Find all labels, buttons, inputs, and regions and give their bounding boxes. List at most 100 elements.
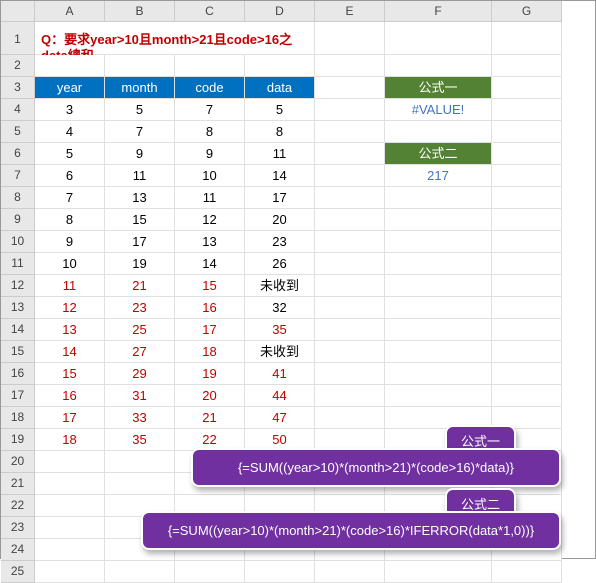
cell-year[interactable]: 13 [35, 319, 105, 341]
cell[interactable] [492, 121, 562, 143]
cell[interactable] [385, 231, 492, 253]
cell-year[interactable]: 12 [35, 297, 105, 319]
cell[interactable] [315, 55, 385, 77]
cell-data[interactable]: 32 [245, 297, 315, 319]
cell[interactable] [315, 275, 385, 297]
cell-month[interactable]: 21 [105, 275, 175, 297]
cell-month[interactable]: 27 [105, 341, 175, 363]
cell[interactable] [385, 187, 492, 209]
cell[interactable] [492, 22, 562, 55]
cell-data[interactable]: 14 [245, 165, 315, 187]
cell-data[interactable]: 41 [245, 363, 315, 385]
cell[interactable] [315, 319, 385, 341]
cell[interactable] [315, 143, 385, 165]
row-header-1[interactable]: 1 [1, 22, 35, 55]
cell[interactable] [385, 22, 492, 55]
cell[interactable] [315, 297, 385, 319]
cell-year[interactable]: 7 [35, 187, 105, 209]
row-header[interactable]: 23 [1, 517, 35, 539]
cell-data[interactable]: 26 [245, 253, 315, 275]
cell-data[interactable]: 35 [245, 319, 315, 341]
cell[interactable] [385, 341, 492, 363]
cell-data[interactable]: 20 [245, 209, 315, 231]
cell-year[interactable]: 9 [35, 231, 105, 253]
cell[interactable] [492, 231, 562, 253]
col-header-E[interactable]: E [315, 1, 385, 22]
cell[interactable] [492, 77, 562, 99]
cell[interactable] [175, 55, 245, 77]
row-header[interactable]: 20 [1, 451, 35, 473]
cell-code[interactable]: 17 [175, 319, 245, 341]
cell[interactable] [492, 341, 562, 363]
cell[interactable] [492, 209, 562, 231]
cell[interactable] [315, 77, 385, 99]
col-header-B[interactable]: B [105, 1, 175, 22]
cell-month[interactable]: 17 [105, 231, 175, 253]
cell-month[interactable]: 29 [105, 363, 175, 385]
row-header-2[interactable]: 2 [1, 55, 35, 77]
cell-code[interactable]: 10 [175, 165, 245, 187]
formula2-result[interactable]: 217 [385, 165, 492, 187]
row-header-6[interactable]: 6 [1, 143, 35, 165]
row-header[interactable]: 12 [1, 275, 35, 297]
cell-month[interactable]: 13 [105, 187, 175, 209]
cell-year[interactable]: 17 [35, 407, 105, 429]
cell-month[interactable]: 25 [105, 319, 175, 341]
cell-year[interactable]: 5 [35, 143, 105, 165]
cell[interactable] [35, 55, 105, 77]
formula2-label[interactable]: 公式二 [385, 143, 492, 165]
cell-data[interactable]: 5 [245, 99, 315, 121]
cell-month[interactable]: 33 [105, 407, 175, 429]
cell[interactable] [315, 165, 385, 187]
cell[interactable] [105, 473, 175, 495]
corner-cell[interactable] [1, 1, 35, 22]
row-header-7[interactable]: 7 [1, 165, 35, 187]
cell[interactable] [245, 561, 315, 583]
cell-data[interactable]: 未收到 [245, 341, 315, 363]
table-header-data[interactable]: data [245, 77, 315, 99]
cell-code[interactable]: 21 [175, 407, 245, 429]
cell[interactable] [35, 517, 105, 539]
cell[interactable] [385, 297, 492, 319]
cell[interactable] [315, 209, 385, 231]
cell[interactable] [315, 231, 385, 253]
cell-year[interactable]: 8 [35, 209, 105, 231]
cell-code[interactable]: 12 [175, 209, 245, 231]
cell-data[interactable]: 未收到 [245, 275, 315, 297]
cell-code[interactable]: 9 [175, 143, 245, 165]
row-header[interactable]: 25 [1, 561, 35, 583]
cell[interactable] [492, 165, 562, 187]
cell-year[interactable]: 18 [35, 429, 105, 451]
row-header[interactable]: 24 [1, 539, 35, 561]
cell-code[interactable]: 14 [175, 253, 245, 275]
cell[interactable] [492, 561, 562, 583]
cell[interactable] [245, 55, 315, 77]
col-header-D[interactable]: D [245, 1, 315, 22]
cell[interactable] [492, 319, 562, 341]
row-header-4[interactable]: 4 [1, 99, 35, 121]
cell[interactable] [492, 253, 562, 275]
cell-code[interactable]: 11 [175, 187, 245, 209]
cell-year[interactable]: 4 [35, 121, 105, 143]
cell[interactable] [492, 297, 562, 319]
row-header[interactable]: 22 [1, 495, 35, 517]
row-header[interactable]: 15 [1, 341, 35, 363]
cell-code[interactable]: 13 [175, 231, 245, 253]
row-header[interactable]: 21 [1, 473, 35, 495]
cell-code[interactable]: 20 [175, 385, 245, 407]
cell[interactable] [315, 363, 385, 385]
cell-year[interactable]: 10 [35, 253, 105, 275]
col-header-C[interactable]: C [175, 1, 245, 22]
cell-year[interactable]: 14 [35, 341, 105, 363]
cell[interactable] [492, 143, 562, 165]
cell-data[interactable]: 11 [245, 143, 315, 165]
cell[interactable] [315, 561, 385, 583]
row-header[interactable]: 18 [1, 407, 35, 429]
row-header[interactable]: 10 [1, 231, 35, 253]
table-header-code[interactable]: code [175, 77, 245, 99]
cell-month[interactable]: 31 [105, 385, 175, 407]
cell[interactable] [315, 407, 385, 429]
cell-code[interactable]: 8 [175, 121, 245, 143]
cell-data[interactable]: 23 [245, 231, 315, 253]
cell[interactable] [35, 539, 105, 561]
